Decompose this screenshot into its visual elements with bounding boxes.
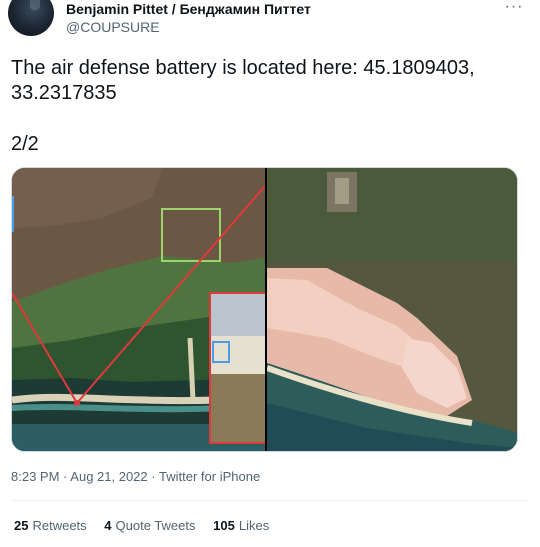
avatar[interactable] [8,0,54,36]
media-grid [11,167,518,452]
thread-counter: 2/2 [11,133,39,155]
divider [11,500,529,501]
tweet-meta: 8:23 PM · Aug 21, 2022 · Twitter for iPh… [11,468,260,486]
tweet-text-line: The air defense battery is located here:… [11,57,475,79]
tweet-source[interactable]: Twitter for iPhone [159,469,260,484]
retweets-count: 25 [14,518,29,533]
author-display-name[interactable]: Benjamin Pittet / Бенджамин Питтет [66,0,311,18]
likes-stat[interactable]: 105 Likes [213,517,269,535]
likes-label: Likes [238,518,270,533]
quotes-stat[interactable]: 4 Quote Tweets [104,517,195,535]
quotes-label: Quote Tweets [115,518,196,533]
quotes-count: 4 [104,518,112,533]
satellite-map-right[interactable] [267,168,517,451]
tweet-text: The air defense battery is located here:… [11,56,531,106]
tweet-date[interactable]: Aug 21, 2022 [70,469,147,484]
satellite-map-left[interactable] [12,168,265,451]
tweet-text-line: 33.2317835 [11,82,117,104]
more-dots-icon[interactable]: ··· [504,0,524,18]
tweet-time[interactable]: 8:23 PM [11,469,59,484]
meta-separator: · [63,469,68,484]
retweets-label: Retweets [32,518,87,533]
retweets-stat[interactable]: 25 Retweets [14,517,87,535]
likes-count: 105 [213,518,235,533]
meta-separator: · [151,469,156,484]
engagement-stats: 25 Retweets 4 Quote Tweets 105 Likes [14,517,283,535]
author-handle[interactable]: @COUPSURE [66,18,160,36]
